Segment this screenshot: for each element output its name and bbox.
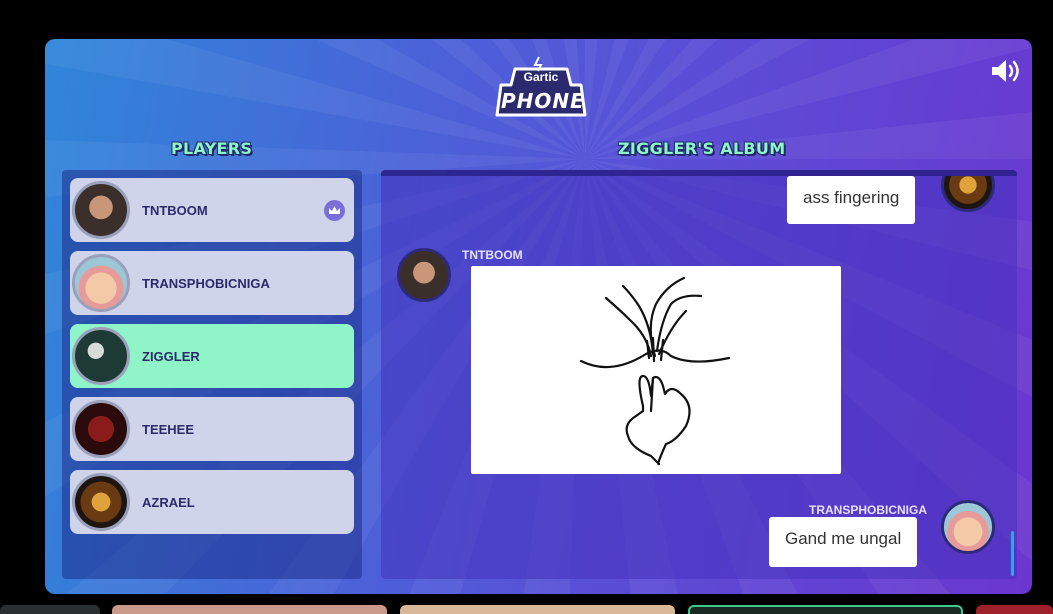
player-name: TEEHEE — [142, 421, 195, 437]
avatar — [941, 500, 995, 554]
avatar — [72, 181, 130, 239]
album-title: ZIGGLER'S ALBUM — [618, 139, 786, 158]
logo-bottom-text: PHONE — [501, 89, 585, 113]
bottom-tab[interactable] — [112, 605, 387, 614]
players-panel: TNTBOOM TRANSPHOBICNIGA ZIGGLER TEEHEE A… — [62, 170, 362, 579]
guess-bubble: ass fingering — [787, 176, 916, 224]
player-card[interactable]: TRANSPHOBICNIGA — [70, 251, 354, 315]
player-name: AZRAEL — [142, 494, 195, 510]
avatar — [72, 254, 130, 312]
bottom-tab[interactable] — [0, 605, 100, 614]
guess-bubble: Gand me ungal — [769, 517, 918, 567]
logo-top-text: Gartic — [523, 70, 559, 84]
player-name: TNTBOOM — [142, 202, 208, 218]
player-card[interactable]: TNTBOOM — [70, 178, 354, 242]
player-name: TRANSPHOBICNIGA — [142, 275, 270, 291]
drawing-canvas — [471, 266, 841, 474]
message-author: TNTBOOM — [462, 248, 523, 262]
avatar — [72, 400, 130, 458]
player-card[interactable]: ZIGGLER — [70, 324, 354, 388]
album-panel[interactable]: ass fingering TNTBOOM TRANSPHOBICNIGA Ga… — [381, 170, 1017, 579]
avatar — [397, 248, 451, 302]
avatar — [72, 327, 130, 385]
gartic-phone-logo: Gartic PHONE — [481, 55, 601, 127]
players-title: PLAYERS — [171, 139, 253, 158]
avatar — [941, 176, 995, 212]
speaker-icon[interactable] — [990, 57, 1022, 85]
game-window: Gartic PHONE PLAYERS ZIGGLER'S ALBUM TNT… — [45, 39, 1032, 594]
bottom-tab[interactable] — [688, 605, 963, 614]
player-card[interactable]: TEEHEE — [70, 397, 354, 461]
crown-icon — [324, 200, 345, 221]
album-scrollbar[interactable] — [1011, 531, 1014, 576]
message-author: TRANSPHOBICNIGA — [809, 503, 928, 517]
avatar — [72, 473, 130, 531]
player-card[interactable]: AZRAEL — [70, 470, 354, 534]
player-name: ZIGGLER — [142, 348, 200, 364]
bottom-tab[interactable] — [400, 605, 675, 614]
bottom-tab[interactable] — [976, 605, 1053, 614]
